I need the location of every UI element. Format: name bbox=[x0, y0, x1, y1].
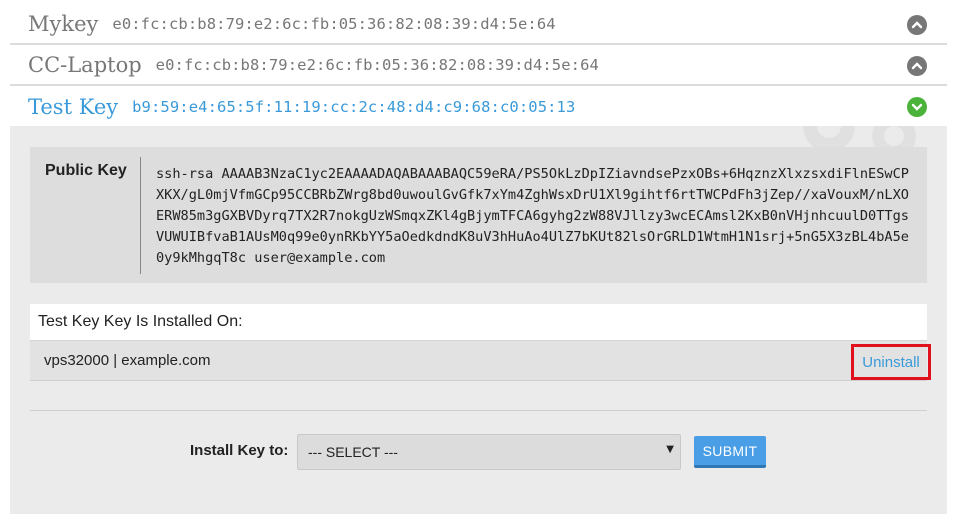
submit-button[interactable]: SUBMIT bbox=[694, 436, 766, 468]
key-fingerprint: e0:fc:cb:b8:79:e2:6c:fb:05:36:82:08:39:d… bbox=[155, 56, 599, 74]
chevron-down-icon[interactable] bbox=[907, 97, 927, 117]
public-key-text[interactable]: ssh-rsa AAAAB3NzaC1yc2EAAAADAQABAAABAQC5… bbox=[156, 164, 916, 269]
chevron-up-icon[interactable] bbox=[907, 56, 927, 76]
caret-down-icon: ▼ bbox=[666, 444, 674, 455]
install-key-label: Install Key to: bbox=[190, 442, 289, 459]
key-fingerprint: e0:fc:cb:b8:79:e2:6c:fb:05:36:82:08:39:d… bbox=[112, 15, 556, 33]
key-row-test-key[interactable]: Test Key b9:59:e4:65:5f:11:19:cc:2c:48:d… bbox=[10, 87, 947, 127]
key-name: Mykey bbox=[28, 12, 99, 36]
key-name: Test Key bbox=[28, 95, 119, 119]
chevron-up-icon[interactable] bbox=[907, 15, 927, 35]
key-detail-panel: Public Key ssh-rsa AAAAB3NzaC1yc2EAAAADA… bbox=[10, 126, 947, 514]
public-key-label: Public Key bbox=[45, 162, 127, 179]
key-row-cc-laptop[interactable]: CC-Laptop e0:fc:cb:b8:79:e2:6c:fb:05:36:… bbox=[10, 46, 947, 86]
server-select[interactable]: --- SELECT --- ▼ bbox=[297, 434, 681, 470]
key-fingerprint: b9:59:e4:65:5f:11:19:cc:2c:48:d4:c9:68:c… bbox=[132, 98, 576, 116]
key-name: CC-Laptop bbox=[28, 53, 142, 77]
public-key-box: Public Key ssh-rsa AAAAB3NzaC1yc2EAAAADA… bbox=[30, 147, 927, 283]
select-value: --- SELECT --- bbox=[308, 444, 398, 460]
table-row: vps32000 | example.com Uninstall bbox=[30, 341, 931, 381]
divider bbox=[30, 410, 927, 411]
server-name: vps32000 | example.com bbox=[44, 352, 211, 369]
divider bbox=[140, 157, 141, 274]
uninstall-link[interactable]: Uninstall bbox=[851, 344, 931, 380]
installed-on-title: Test Key Key Is Installed On: bbox=[38, 313, 243, 330]
key-row-mykey[interactable]: Mykey e0:fc:cb:b8:79:e2:6c:fb:05:36:82:0… bbox=[10, 5, 947, 45]
installed-on-header: Test Key Key Is Installed On: bbox=[30, 304, 927, 341]
